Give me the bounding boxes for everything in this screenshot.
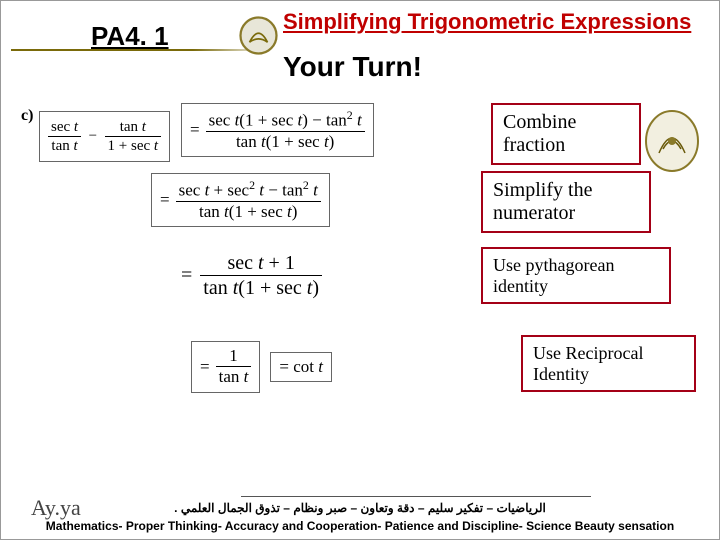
ornament-left-icon <box>236 13 281 58</box>
footer-arabic: الرياضيات – تفكير سليم – دقة وتعاون – صب… <box>1 501 719 515</box>
step-2: = sec t + sec2 t − tan2 t tan t(1 + sec … <box>151 173 330 227</box>
step-1: = sec t(1 + sec t) − tan2 t tan t(1 + se… <box>181 103 374 157</box>
step-2-note: Simplify the numerator <box>481 171 651 233</box>
footer-divider <box>241 496 591 497</box>
step-3-note: Use pythagorean identity <box>481 247 671 304</box>
step-4-equation-b: = cot t <box>270 352 332 382</box>
page-code: PA4. 1 <box>91 21 169 52</box>
problem-expression: sec ttan t − tan t1 + sec t <box>39 111 170 162</box>
step-3-equation: = sec t + 1 tan t(1 + sec t) <box>181 251 322 300</box>
content-area: c) sec ttan t − tan t1 + sec t = sec t(1… <box>1 101 719 484</box>
footer-english: Mathematics- Proper Thinking- Accuracy a… <box>1 519 719 533</box>
step-4-equation-a: = 1 tan t <box>191 341 260 393</box>
step-4-note: Use Reciprocal Identity <box>521 335 696 392</box>
decorative-line <box>11 49 271 51</box>
footer: Ay.ya الرياضيات – تفكير سليم – دقة وتعاو… <box>1 484 719 539</box>
step-2-equation: = sec t + sec2 t − tan2 t tan t(1 + sec … <box>151 173 330 227</box>
problem-label: c) <box>21 107 33 125</box>
header: PA4. 1 Simplifying Trigonometric Express… <box>1 1 719 91</box>
page-subtitle: Your Turn! <box>283 51 422 83</box>
page-title: Simplifying Trigonometric Expressions <box>283 9 691 35</box>
step-3: = sec t + 1 tan t(1 + sec t) Use pythago… <box>181 251 322 300</box>
step-1-equation: = sec t(1 + sec t) − tan2 t tan t(1 + se… <box>181 103 374 157</box>
step-4: = 1 tan t = cot t Use Reciprocal Identit… <box>191 341 332 393</box>
step-1-note: Combine fraction <box>491 103 641 165</box>
